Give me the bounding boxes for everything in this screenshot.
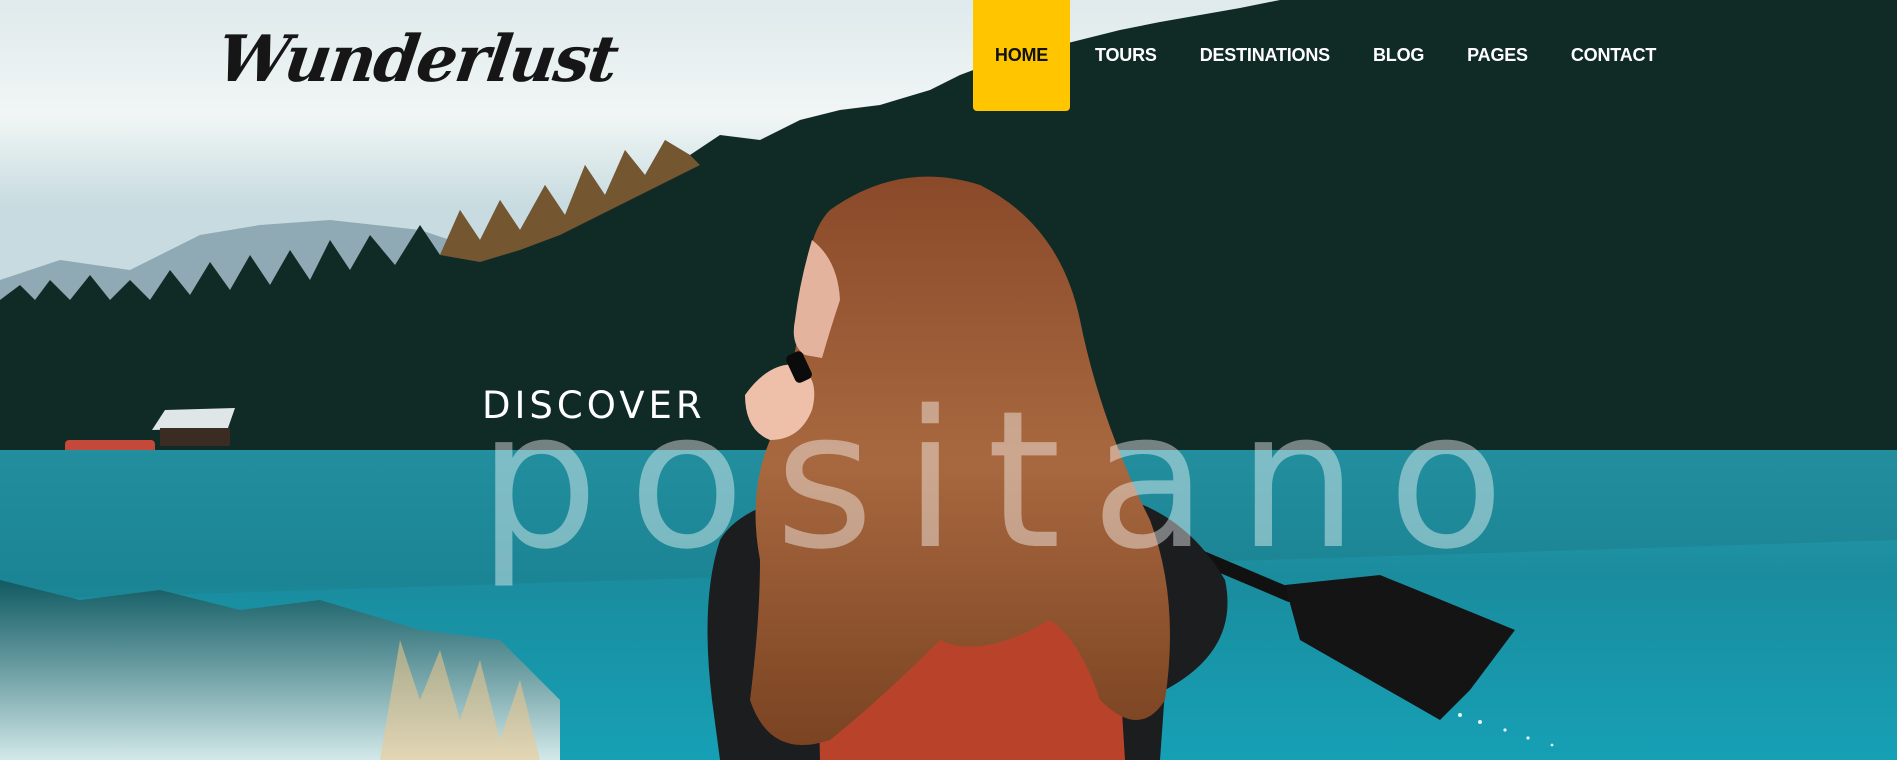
brand-logo[interactable]: Wunderlust	[213, 22, 622, 97]
main-navigation: HOME TOURS DESTINATIONS BLOG PAGES CONTA…	[973, 0, 1699, 111]
nav-item-home[interactable]: HOME	[973, 0, 1070, 111]
hero-headline: positano	[478, 370, 1535, 591]
nav-item-blog[interactable]: BLOG	[1373, 45, 1424, 66]
nav-item-contact[interactable]: CONTACT	[1571, 45, 1656, 66]
nav-item-pages[interactable]: PAGES	[1467, 45, 1528, 66]
nav-item-destinations[interactable]: DESTINATIONS	[1200, 45, 1330, 66]
nav-item-tours[interactable]: TOURS	[1095, 45, 1157, 66]
